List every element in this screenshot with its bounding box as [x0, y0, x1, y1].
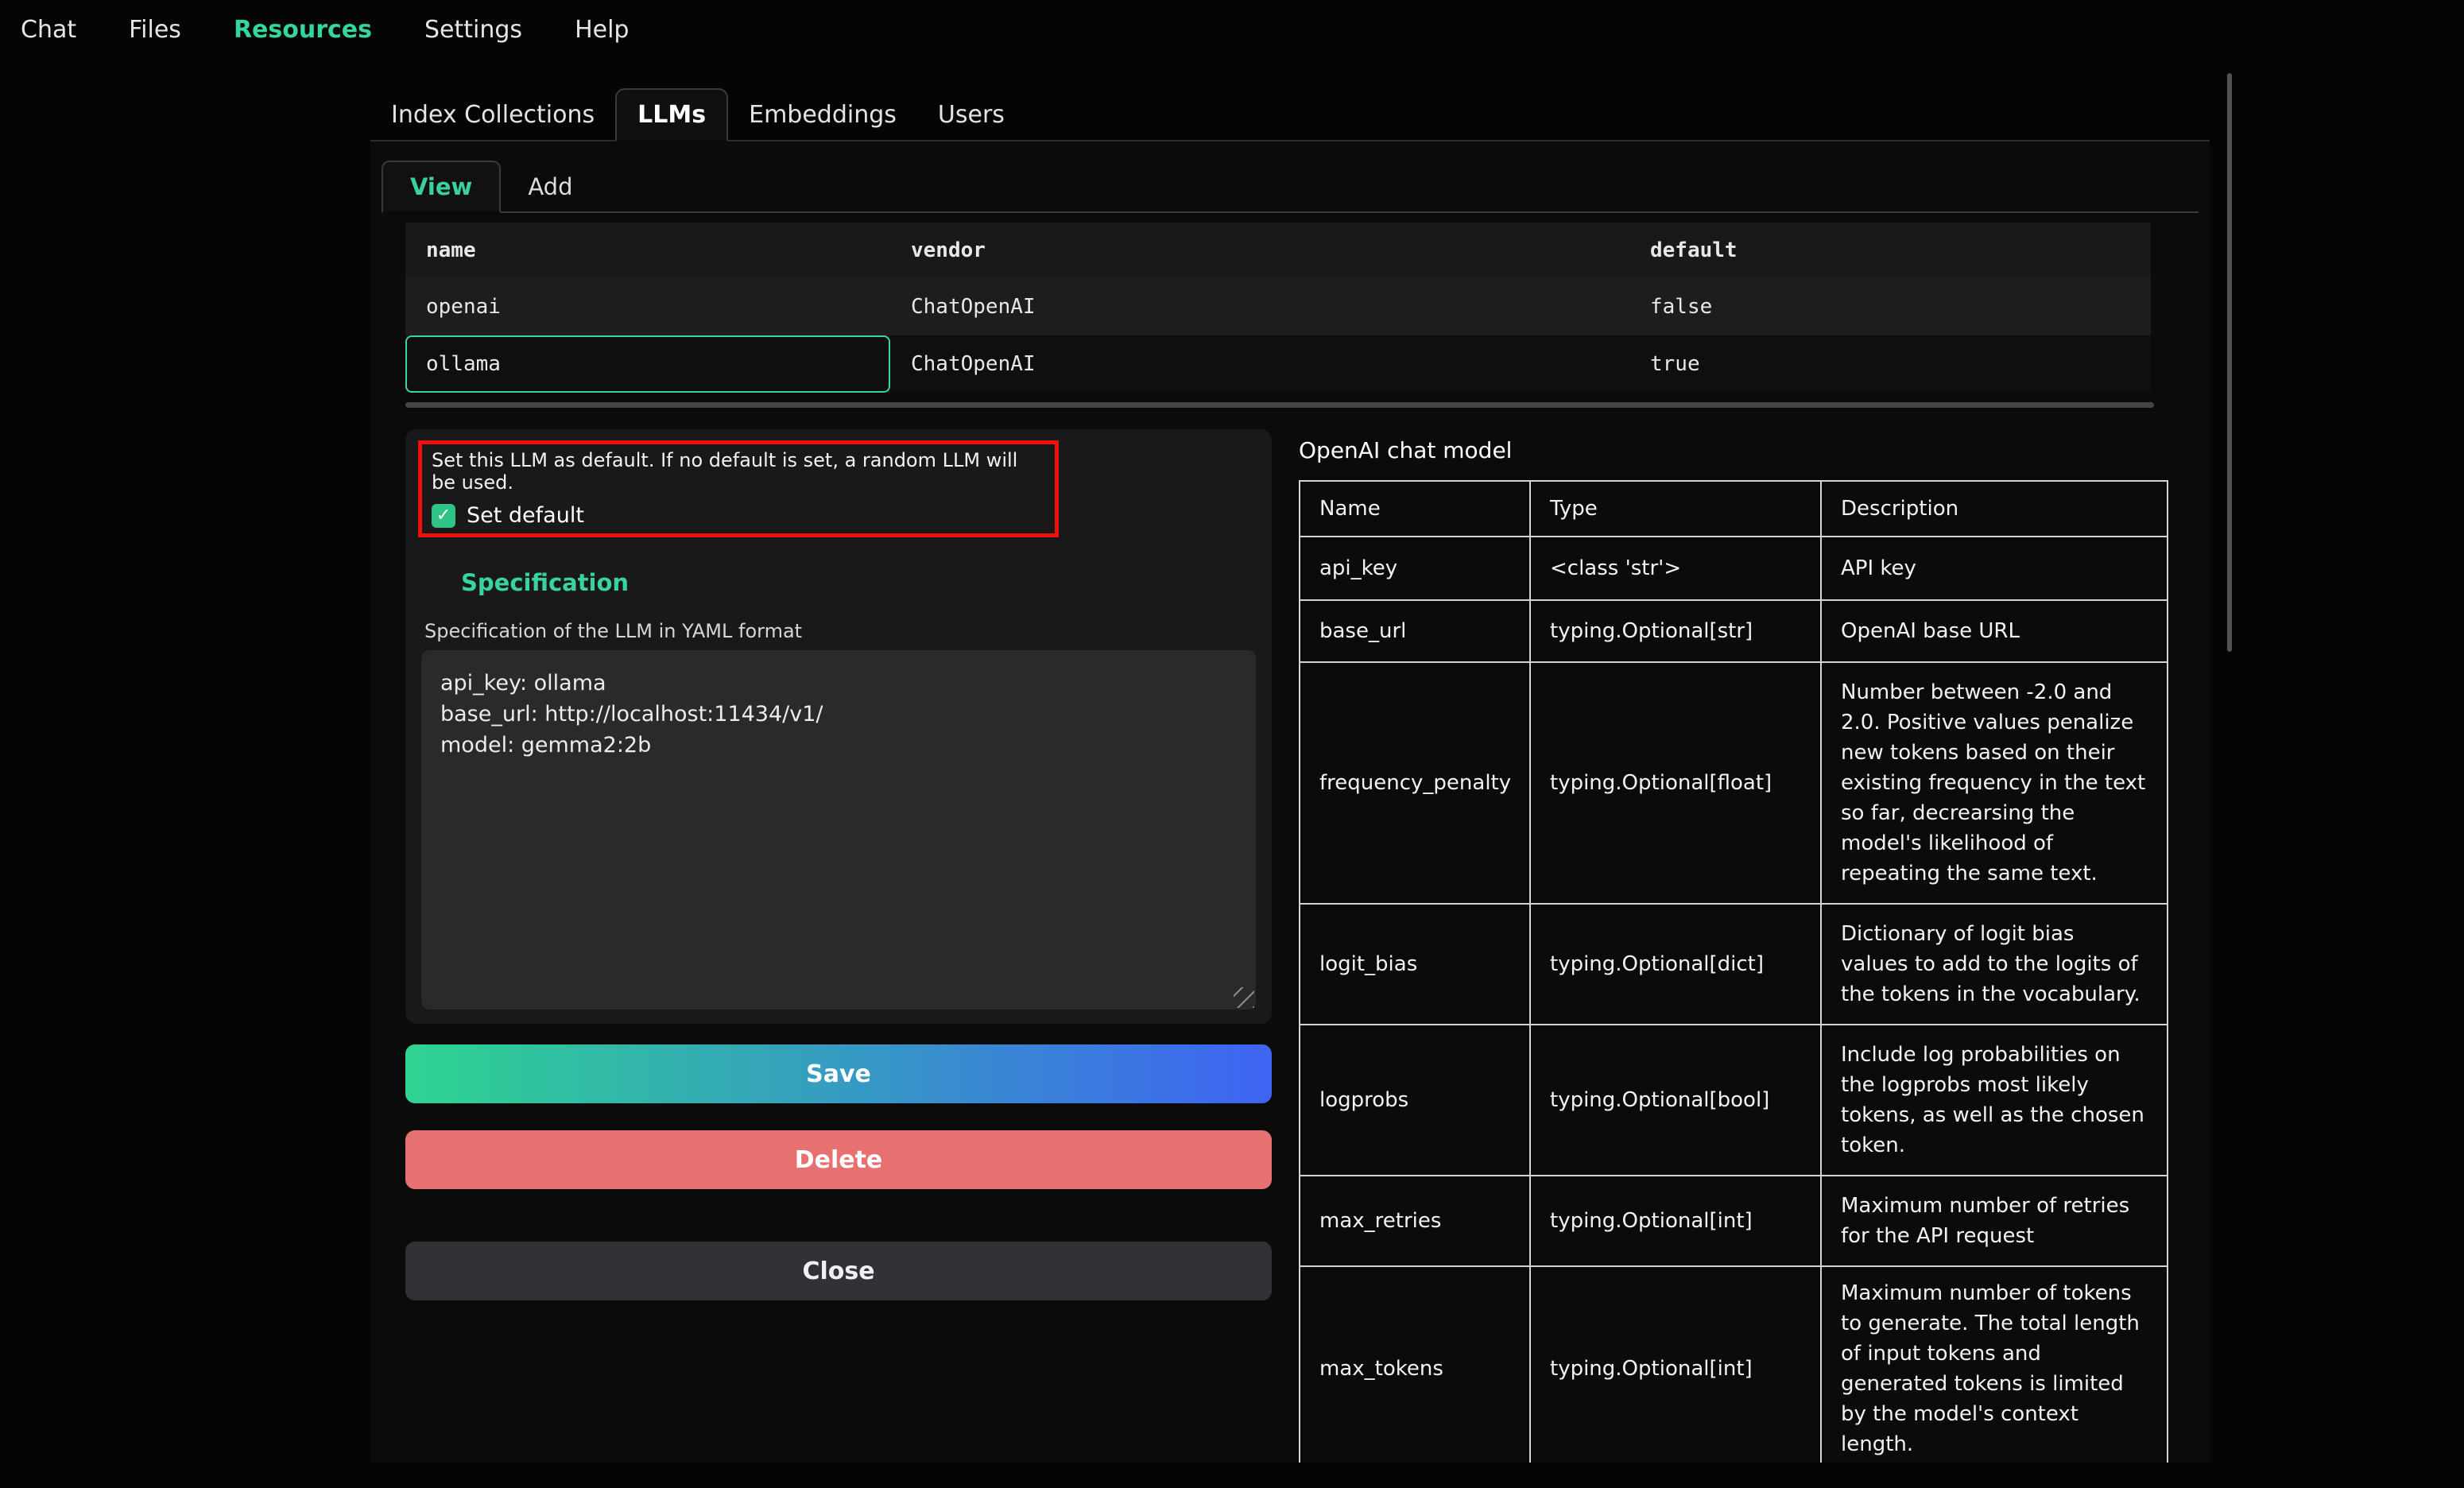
tab-llms[interactable]: LLMs — [615, 88, 728, 141]
set-default-row: ✓ Set default — [432, 503, 1045, 528]
llms-panel: View Add name vendor default openai Chat… — [370, 141, 2210, 1463]
set-default-hint: Set this LLM as default. If no default i… — [432, 449, 1045, 494]
close-button[interactable]: Close — [405, 1242, 1272, 1300]
llm-col-header-default[interactable]: default — [1629, 223, 2151, 278]
llm-list-table: name vendor default openai ChatOpenAI fa… — [405, 223, 2151, 393]
table-row[interactable]: ollama ChatOpenAI true — [405, 335, 2151, 393]
tab-embeddings[interactable]: Embeddings — [728, 90, 917, 140]
top-nav: Chat Files Resources Settings Help — [19, 11, 630, 48]
doc-cell-name: max_tokens — [1300, 1266, 1530, 1463]
table-row: base_url typing.Optional[str] OpenAI bas… — [1300, 600, 2168, 662]
doc-cell-name: logit_bias — [1300, 904, 1530, 1025]
doc-cell-name: max_retries — [1300, 1176, 1530, 1266]
llm-cell-vendor[interactable]: ChatOpenAI — [890, 278, 1629, 335]
doc-cell-description: Maximum number of tokens to generate. Th… — [1821, 1266, 2168, 1463]
doc-cell-type: typing.Optional[bool] — [1530, 1025, 1821, 1176]
model-doc-title: OpenAI chat model — [1299, 437, 1512, 463]
doc-cell-name: frequency_penalty — [1300, 662, 1530, 904]
llm-col-header-vendor[interactable]: vendor — [890, 223, 1629, 278]
llm-cell-default[interactable]: false — [1629, 278, 2151, 335]
doc-cell-description: Number between -2.0 and 2.0. Positive va… — [1821, 662, 2168, 904]
doc-cell-type: <class 'str'> — [1530, 537, 1821, 600]
save-button[interactable]: Save — [405, 1044, 1272, 1103]
doc-col-name: Name — [1300, 481, 1530, 537]
doc-cell-name: api_key — [1300, 537, 1530, 600]
annotation-red-box: Set this LLM as default. If no default i… — [418, 440, 1059, 537]
doc-col-description: Description — [1821, 481, 2168, 537]
model-doc-table: Name Type Description api_key <class 'st… — [1299, 480, 2168, 1463]
subtab-add[interactable]: Add — [501, 162, 599, 211]
tab-index-collections[interactable]: Index Collections — [370, 90, 615, 140]
doc-col-type: Type — [1530, 481, 1821, 537]
resources-main: Index Collections LLMs Embeddings Users … — [370, 89, 2210, 1463]
nav-item-resources[interactable]: Resources — [232, 11, 374, 48]
llm-table-header: name vendor default — [405, 223, 2151, 278]
specification-subtitle: Specification of the LLM in YAML format — [424, 620, 802, 642]
doc-cell-description: OpenAI base URL — [1821, 600, 2168, 662]
doc-cell-type: typing.Optional[int] — [1530, 1176, 1821, 1266]
llm-table-horizontal-scrollbar[interactable] — [405, 402, 2154, 408]
table-row: max_tokens typing.Optional[int] Maximum … — [1300, 1266, 2168, 1463]
table-row: frequency_penalty typing.Optional[float]… — [1300, 662, 2168, 904]
nav-item-help[interactable]: Help — [573, 11, 630, 48]
doc-cell-name: base_url — [1300, 600, 1530, 662]
subtab-view[interactable]: View — [382, 161, 501, 213]
table-row: logit_bias typing.Optional[dict] Diction… — [1300, 904, 2168, 1025]
llm-cell-name[interactable]: openai — [405, 278, 890, 335]
specification-heading: Specification — [461, 569, 629, 596]
table-row: max_retries typing.Optional[int] Maximum… — [1300, 1176, 2168, 1266]
tab-users[interactable]: Users — [917, 90, 1025, 140]
llm-detail-card: Set this LLM as default. If no default i… — [405, 429, 1272, 1024]
set-default-label[interactable]: Set default — [467, 503, 584, 528]
nav-item-settings[interactable]: Settings — [423, 11, 524, 48]
resources-tabbar: Index Collections LLMs Embeddings Users — [370, 89, 2210, 141]
table-row[interactable]: openai ChatOpenAI false — [405, 278, 2151, 335]
delete-button[interactable]: Delete — [405, 1130, 1272, 1189]
llm-cell-default[interactable]: true — [1629, 335, 2151, 393]
doc-cell-description: Dictionary of logit bias values to add t… — [1821, 904, 2168, 1025]
doc-cell-description: Maximum number of retries for the API re… — [1821, 1176, 2168, 1266]
doc-cell-description: API key — [1821, 537, 2168, 600]
doc-cell-type: typing.Optional[dict] — [1530, 904, 1821, 1025]
doc-cell-type: typing.Optional[int] — [1530, 1266, 1821, 1463]
doc-table-header: Name Type Description — [1300, 481, 2168, 537]
set-default-checkbox[interactable]: ✓ — [432, 504, 455, 528]
nav-item-files[interactable]: Files — [127, 11, 183, 48]
page-scrollbar[interactable] — [2227, 73, 2232, 652]
llm-cell-name-selected[interactable]: ollama — [405, 335, 890, 393]
table-row: logprobs typing.Optional[bool] Include l… — [1300, 1025, 2168, 1176]
resize-handle-icon[interactable] — [1234, 987, 1254, 1008]
doc-cell-type: typing.Optional[float] — [1530, 662, 1821, 904]
llms-subtabbar: View Add — [382, 156, 2199, 213]
doc-cell-description: Include log probabilities on the logprob… — [1821, 1025, 2168, 1176]
yaml-spec-textarea[interactable]: api_key: ollama base_url: http://localho… — [421, 650, 1256, 1009]
nav-item-chat[interactable]: Chat — [19, 11, 78, 48]
llm-col-header-name[interactable]: name — [405, 223, 890, 278]
llm-cell-vendor[interactable]: ChatOpenAI — [890, 335, 1629, 393]
checkmark-icon: ✓ — [436, 506, 451, 525]
doc-cell-type: typing.Optional[str] — [1530, 600, 1821, 662]
table-row: api_key <class 'str'> API key — [1300, 537, 2168, 600]
doc-cell-name: logprobs — [1300, 1025, 1530, 1176]
